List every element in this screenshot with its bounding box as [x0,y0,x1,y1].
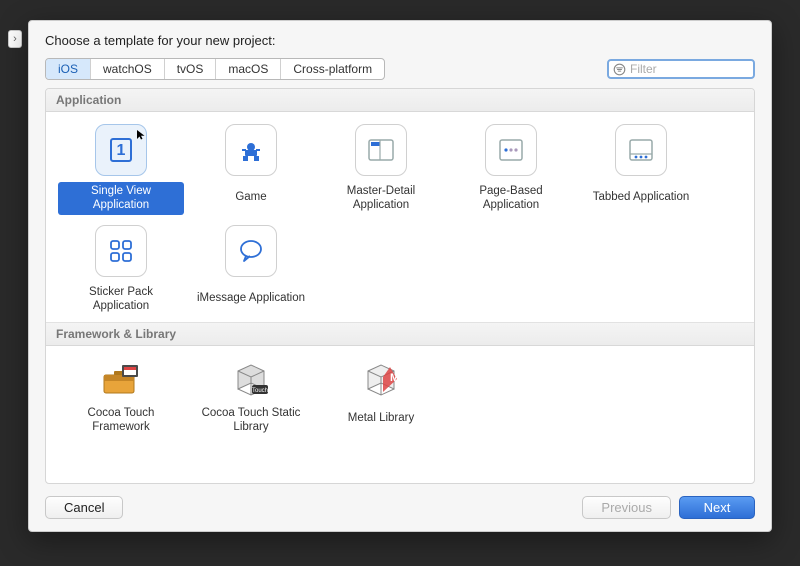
dialog-prompt: Choose a template for your new project: [29,21,771,54]
template-tabbed-application[interactable]: Tabbed Application [576,118,706,219]
platform-bar: iOS watchOS tvOS macOS Cross-platform [29,54,771,88]
template-label: Cocoa Touch Static Library [188,404,314,437]
imessage-icon [225,225,277,277]
template-cocoa-touch-framework[interactable]: Cocoa Touch Framework [56,352,186,441]
cursor-icon [136,129,148,141]
tab-macos[interactable]: macOS [216,59,281,79]
template-label: Sticker Pack Application [58,283,184,316]
template-label: Page-Based Application [448,182,574,215]
filter-field-wrap[interactable] [607,59,755,79]
template-single-view-application[interactable]: 1 Single View Application [56,118,186,219]
sticker-pack-icon [95,225,147,277]
filter-input[interactable] [626,62,749,76]
template-label: Metal Library [344,404,418,434]
template-list: Application 1 Single View Application [45,88,755,484]
filter-icon [613,63,626,76]
tab-ios[interactable]: iOS [46,59,91,79]
single-view-icon: 1 [95,124,147,176]
template-game[interactable]: Game [186,118,316,219]
template-label: Master-Detail Application [318,182,444,215]
platform-tabs: iOS watchOS tvOS macOS Cross-platform [45,58,385,80]
toolbox-icon [98,358,144,398]
game-icon [225,124,277,176]
dialog-footer: Cancel Previous Next [29,484,771,531]
previous-button[interactable]: Previous [582,496,671,519]
template-page-based-application[interactable]: Page-Based Application [446,118,576,219]
section-header-application: Application [46,89,754,112]
template-sticker-pack-application[interactable]: Sticker Pack Application [56,219,186,320]
template-cocoa-touch-static-library[interactable]: Touch Cocoa Touch Static Library [186,352,316,441]
tabbed-icon [615,124,667,176]
svg-text:M: M [390,372,399,384]
template-master-detail-application[interactable]: Master-Detail Application [316,118,446,219]
back-chevron-icon[interactable]: › [8,30,22,48]
next-button[interactable]: Next [679,496,755,519]
page-based-icon [485,124,537,176]
template-imessage-application[interactable]: iMessage Application [186,219,316,320]
template-label: iMessage Application [193,283,309,313]
svg-text:1: 1 [117,142,126,159]
cancel-button[interactable]: Cancel [45,496,123,519]
tab-tvos[interactable]: tvOS [165,59,217,79]
template-label: Cocoa Touch Framework [58,404,184,437]
library-icon: Touch [228,358,274,398]
tab-watchos[interactable]: watchOS [91,59,165,79]
template-label: Game [231,182,270,212]
template-metal-library[interactable]: M Metal Library [316,352,446,441]
svg-text:Touch: Touch [252,388,268,394]
tab-crossplatform[interactable]: Cross-platform [281,59,384,79]
template-label: Single View Application [58,182,184,215]
master-detail-icon [355,124,407,176]
application-grid: 1 Single View Application [46,112,754,322]
new-project-sheet: Choose a template for your new project: … [28,20,772,532]
template-label: Tabbed Application [589,182,694,212]
framework-grid: Cocoa Touch Framework Touch Cocoa Touch … [46,346,754,443]
metal-icon: M [358,358,404,398]
section-header-framework: Framework & Library [46,322,754,346]
